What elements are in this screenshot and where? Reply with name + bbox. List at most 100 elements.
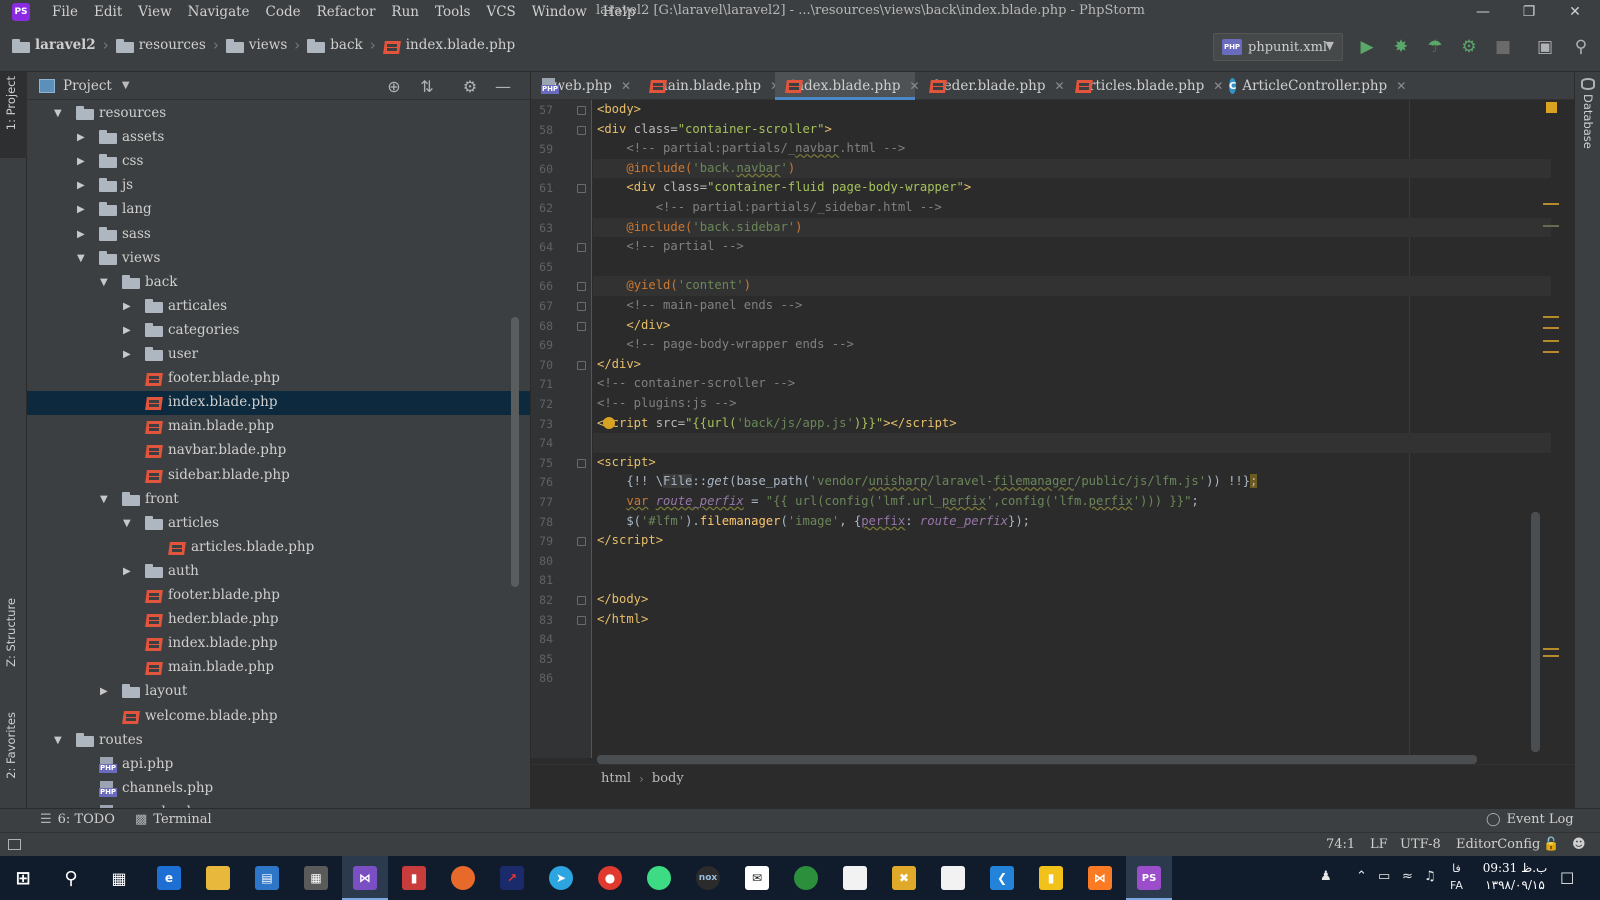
- terminal-tool-button[interactable]: ▩ Terminal: [135, 812, 212, 827]
- tree-folder-lang[interactable]: ▶ lang: [27, 198, 530, 222]
- taskbar-app-books[interactable]: ▮: [1028, 856, 1074, 900]
- tree-folder-routes[interactable]: ▼ routes: [27, 729, 530, 753]
- taskbar-store[interactable]: ▤: [244, 856, 290, 900]
- fold-marker-icon[interactable]: [577, 360, 586, 370]
- editor-horizontal-scrollbar[interactable]: [597, 755, 1477, 764]
- close-icon[interactable]: ✕: [1396, 79, 1406, 93]
- tree-folder-categories[interactable]: ▶ categories: [27, 319, 530, 343]
- warning-stripe[interactable]: [1543, 225, 1559, 227]
- caret-position[interactable]: 74:1: [1326, 837, 1355, 852]
- tree-file[interactable]: articles.blade.php: [27, 536, 530, 560]
- fold-marker-icon[interactable]: [577, 615, 586, 625]
- battery-icon[interactable]: ▭: [1378, 869, 1390, 884]
- warning-stripe[interactable]: [1543, 351, 1559, 353]
- start-button[interactable]: ⊞: [0, 856, 46, 900]
- locate-file-icon[interactable]: ⊕: [384, 76, 404, 96]
- tree-file[interactable]: sidebar.blade.php: [27, 464, 530, 488]
- warning-stripe[interactable]: [1543, 203, 1559, 205]
- line-separator[interactable]: LF: [1370, 837, 1388, 852]
- system-clock[interactable]: 09:31 ب.ظ ۱۳۹۸/۰۹/۱۵: [1480, 860, 1550, 894]
- chevron-down-icon[interactable]: ▼: [123, 518, 135, 530]
- menu-file[interactable]: File: [44, 4, 86, 20]
- gear-icon[interactable]: ⚙: [460, 76, 480, 96]
- tree-folder-assets[interactable]: ▶ assets: [27, 126, 530, 150]
- menu-tools[interactable]: Tools: [427, 4, 478, 20]
- breadcrumb-html[interactable]: html: [601, 771, 631, 786]
- editor-vertical-scrollbar[interactable]: [1531, 512, 1540, 752]
- breadcrumb-item-file[interactable]: index.blade.php: [383, 37, 515, 53]
- lightbulb-icon[interactable]: [603, 417, 615, 429]
- fold-marker-icon[interactable]: [577, 243, 586, 253]
- restore-button[interactable]: ❐: [1506, 0, 1552, 24]
- project-view-select[interactable]: Project ▼: [39, 78, 130, 94]
- tree-folder-front[interactable]: ▼ front: [27, 488, 530, 512]
- tree-file[interactable]: footer.blade.php: [27, 584, 530, 608]
- chevron-down-icon[interactable]: ▼: [54, 735, 66, 747]
- tree-file[interactable]: index.blade.php: [27, 632, 530, 656]
- taskbar-android-studio[interactable]: [636, 856, 682, 900]
- tree-folder-layout[interactable]: ▶ layout: [27, 680, 530, 704]
- menu-window[interactable]: Window: [524, 4, 595, 20]
- structure-tool-tab[interactable]: Z: Structure: [4, 598, 18, 667]
- taskbar-mail[interactable]: ✉: [734, 856, 780, 900]
- fold-marker-icon[interactable]: [577, 106, 586, 115]
- menu-run[interactable]: Run: [383, 4, 427, 20]
- hide-panel-icon[interactable]: —: [493, 76, 513, 96]
- tree-file[interactable]: main.blade.php: [27, 656, 530, 680]
- terminal-window-icon[interactable]: ▣: [1534, 36, 1556, 58]
- menu-refactor[interactable]: Refactor: [309, 4, 384, 20]
- warning-stripe[interactable]: [1543, 316, 1559, 318]
- tree-file[interactable]: navbar.blade.php: [27, 439, 530, 463]
- file-encoding[interactable]: UTF-8: [1400, 837, 1441, 852]
- tree-file[interactable]: console.php: [27, 801, 530, 808]
- taskbar-app-globe[interactable]: [783, 856, 829, 900]
- tree-file[interactable]: channels.php: [27, 777, 530, 801]
- fold-marker-icon[interactable]: [577, 302, 586, 311]
- wifi-icon[interactable]: ≈: [1402, 869, 1413, 884]
- chevron-right-icon[interactable]: ▶: [77, 132, 89, 144]
- menu-edit[interactable]: Edit: [86, 4, 130, 20]
- tree-folder-articles[interactable]: ▼ articles: [27, 512, 530, 536]
- chevron-right-icon[interactable]: ▶: [123, 301, 135, 313]
- todo-tool-button[interactable]: ☰ 6: TODO: [40, 812, 115, 827]
- run-configuration-select[interactable]: PHP phpunit.xml ▼: [1213, 33, 1343, 61]
- tree-file[interactable]: heder.blade.php: [27, 608, 530, 632]
- tree-folder-back[interactable]: ▼ back: [27, 271, 530, 295]
- volume-icon[interactable]: ♫: [1424, 869, 1436, 884]
- chevron-down-icon[interactable]: ▼: [77, 253, 89, 265]
- close-icon[interactable]: ✕: [1055, 79, 1065, 93]
- fold-marker-icon[interactable]: [577, 537, 586, 547]
- collapse-all-icon[interactable]: ⇅: [417, 76, 437, 96]
- chevron-right-icon[interactable]: ▶: [77, 180, 89, 192]
- fold-marker-icon[interactable]: [577, 596, 586, 605]
- tree-file[interactable]: main.blade.php: [27, 415, 530, 439]
- tree-file[interactable]: api.php: [27, 753, 530, 777]
- tree-folder-js[interactable]: ▶ js: [27, 174, 530, 198]
- editor-tab[interactable]: main.blade.php✕: [639, 72, 780, 100]
- close-icon[interactable]: ✕: [621, 79, 631, 93]
- breadcrumb-item-resources[interactable]: resources: [115, 37, 206, 53]
- breadcrumb-body[interactable]: body: [652, 771, 684, 786]
- fold-marker-icon[interactable]: [577, 282, 586, 292]
- tree-folder-sass[interactable]: ▶ sass: [27, 223, 530, 247]
- fold-marker-icon[interactable]: [577, 321, 586, 331]
- taskbar-app-tools[interactable]: ✖: [881, 856, 927, 900]
- chevron-down-icon[interactable]: ▼: [100, 277, 112, 289]
- minimize-button[interactable]: —: [1460, 0, 1506, 24]
- tree-file[interactable]: footer.blade.php: [27, 367, 530, 391]
- fold-marker-icon[interactable]: [577, 458, 586, 468]
- database-tool-tab[interactable]: Database: [1581, 94, 1595, 149]
- notification-icon[interactable]: ☐: [1560, 869, 1574, 888]
- tree-folder-views[interactable]: ▼ views: [27, 247, 530, 271]
- editor-config[interactable]: EditorConfig: [1456, 837, 1540, 852]
- stop-icon[interactable]: ■: [1492, 36, 1514, 58]
- event-log-button[interactable]: ◯ Event Log: [1486, 812, 1574, 827]
- tree-file[interactable]: welcome.blade.php: [27, 705, 530, 729]
- warning-stripe[interactable]: [1543, 327, 1559, 329]
- warning-stripe[interactable]: [1543, 340, 1559, 342]
- close-window-button[interactable]: ✕: [1552, 0, 1598, 24]
- taskbar-nox[interactable]: nox: [685, 856, 731, 900]
- fold-marker-icon[interactable]: [577, 184, 586, 194]
- chevron-up-icon[interactable]: ⌃: [1356, 869, 1367, 884]
- taskbar-calculator[interactable]: ▦: [293, 856, 339, 900]
